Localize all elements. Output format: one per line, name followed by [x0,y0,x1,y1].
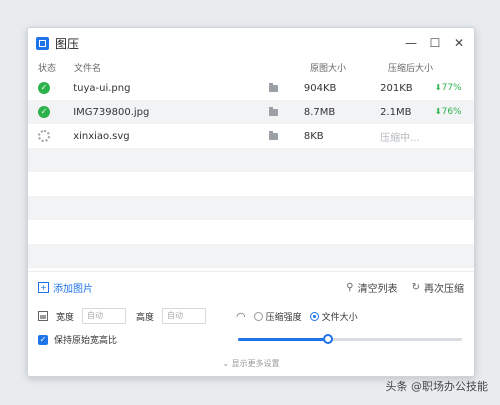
empty-row [28,172,474,196]
clear-list-label: 清空列表 [357,283,398,295]
radio-label: 压缩强度 [265,312,302,323]
watermark-text: 头条 @职场办公技能 [385,380,489,393]
show-more-label: 显示更多设置 [231,359,280,368]
minimize-button[interactable]: — [404,36,418,50]
height-input[interactable]: 自动 [162,308,207,324]
keep-ratio-option[interactable]: ✓ 保持原始宽高比 [38,333,117,346]
chevron-down-icon: ⌄ [222,359,230,368]
plus-icon: + [38,281,49,293]
compressed-size: 201KB [380,82,413,94]
image-resize-icon [38,311,48,321]
recompress-label: 再次压缩 [424,283,464,295]
radio-file-size[interactable]: 文件大小 [309,310,358,323]
loading-spinner-icon [38,130,50,142]
check-icon: ✓ [38,82,50,94]
folder-icon[interactable] [268,82,278,92]
recompress-button[interactable]: ↻ 再次压缩 [412,280,464,295]
original-size: 8.7MB [303,106,336,118]
app-window: 图压 — ☐ ✕ 状态 文件名 原图大小 压缩后大小 ✓ tuya-ui.png… [27,27,475,377]
file-name: IMG739800.jpg [73,106,150,118]
original-size: 904KB [303,82,337,94]
empty-row [28,244,474,268]
width-label: 宽度 [56,312,75,323]
arrow-down-icon: ⬇ [434,107,442,116]
keep-ratio-label: 保持原始宽高比 [54,336,118,346]
compression-ratio: ⬇76% [434,107,462,117]
empty-row [28,220,474,244]
compressed-size: 压缩中... [380,132,420,144]
compressed-size: 2.1MB [380,106,412,118]
file-name: tuya-ui.png [73,82,131,94]
slider-thumb[interactable] [322,334,333,344]
show-more-settings[interactable]: ⌄ 显示更多设置 [28,358,474,369]
table-header: 状态 文件名 原图大小 压缩后大小 [28,58,474,76]
empty-row [28,148,474,172]
title-bar: 图压 — ☐ ✕ [28,28,474,58]
maximize-button[interactable]: ☐ [428,36,442,50]
broom-icon: ⚲ [346,281,354,293]
radio-button[interactable] [253,311,263,321]
table-row[interactable]: ✓ tuya-ui.png 904KB 201KB ⬇77% [28,76,474,100]
close-button[interactable]: ✕ [452,36,466,50]
size-settings: 宽度 自动 高度 自动 ◠ 压缩强度 文件大小 [28,306,474,326]
check-icon: ✓ [38,106,50,118]
gauge-icon: ◠ [236,309,246,323]
empty-row [28,196,474,220]
add-image-button[interactable]: + 添加图片 [38,280,93,295]
compression-ratio: ⬇77% [434,83,462,93]
radio-label: 文件大小 [321,312,358,323]
refresh-icon: ↻ [411,281,420,293]
compression-slider[interactable] [238,334,462,344]
window-title: 图压 [55,36,80,51]
table-row[interactable]: ✓ IMG739800.jpg 8.7MB 2.1MB ⬇76% [28,100,474,124]
app-logo-icon [36,36,49,50]
width-input[interactable]: 自动 [82,308,127,324]
radio-compression-strength[interactable]: 压缩强度 [253,310,302,323]
keep-ratio-checkbox[interactable]: ✓ [38,334,48,345]
add-image-label: 添加图片 [53,283,93,295]
original-size: 8KB [303,130,324,142]
clear-list-button[interactable]: ⚲ 清空列表 [346,280,397,295]
header-original-size: 原图大小 [310,63,347,74]
file-name: xinxiao.svg [73,130,130,142]
header-filename: 文件名 [74,63,102,74]
header-status: 状态 [38,63,57,74]
slider-fill [238,338,328,341]
folder-icon[interactable] [268,106,278,116]
arrow-down-icon: ⬇ [434,83,442,92]
file-list: ✓ tuya-ui.png 904KB 201KB ⬇77% ✓ IMG7398… [28,76,474,268]
divider [28,271,474,272]
folder-icon[interactable] [268,130,278,140]
action-bar: + 添加图片 ⚲ 清空列表 ↻ 再次压缩 [28,278,474,296]
table-row[interactable]: xinxiao.svg 8KB 压缩中... [28,124,474,148]
height-label: 高度 [136,312,155,323]
header-compressed-size: 压缩后大小 [388,63,434,74]
radio-button[interactable] [309,311,319,321]
